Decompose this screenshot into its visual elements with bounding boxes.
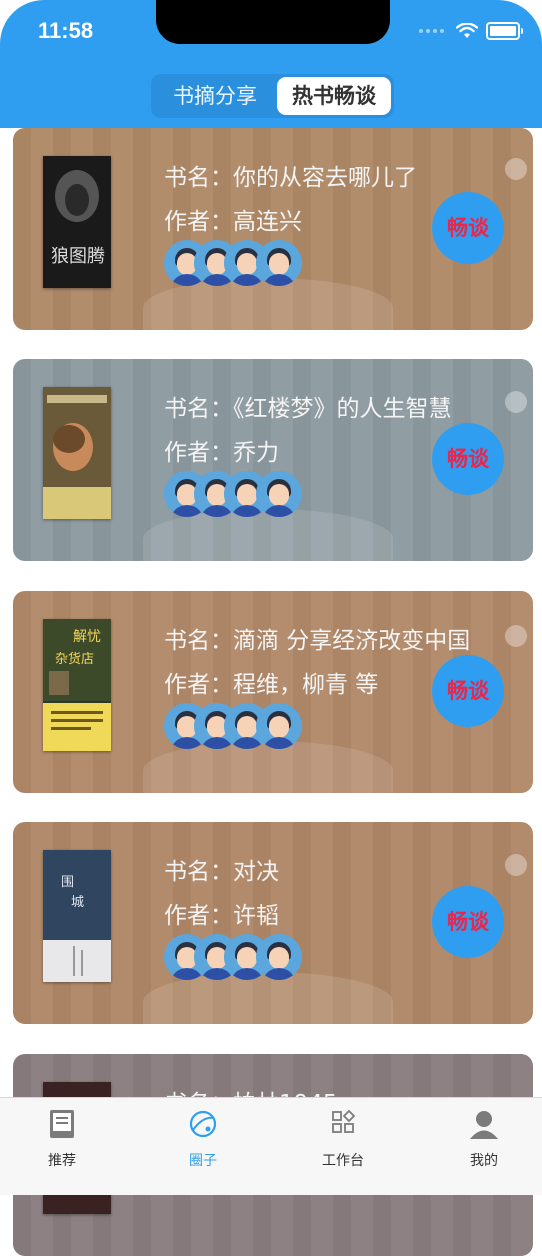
talk-button[interactable]: 畅谈 (432, 655, 504, 727)
book-cover-image (43, 387, 111, 519)
device-notch (156, 0, 390, 44)
book-icon (50, 1110, 74, 1138)
svg-text:围: 围 (61, 875, 74, 890)
participant-avatars (164, 471, 314, 519)
book-author: 作者：程维，柳青 等 (164, 672, 379, 698)
svg-text:狼图腾: 狼图腾 (51, 246, 105, 267)
book-author: 作者：许韬 (164, 903, 279, 929)
participant-avatars (164, 240, 314, 288)
book-cover-image: 解忧 杂货店 (43, 619, 111, 751)
participant-avatars (164, 703, 314, 751)
tab-recommend[interactable]: 推荐 (12, 1108, 112, 1170)
participant-avatars (164, 934, 314, 982)
tab-hot-book-talk[interactable]: 热书畅谈 (277, 77, 391, 115)
avatar (256, 240, 302, 286)
segmented-control: 书摘分享 热书畅谈 (151, 74, 394, 118)
book-card[interactable]: 狼图腾 书名：你的从容去哪儿了 作者：高连兴 畅谈 (13, 128, 533, 330)
grid-icon (332, 1109, 356, 1133)
signal-icon (419, 29, 444, 33)
tab-label: 圈子 (189, 1153, 217, 1169)
book-card[interactable]: 围 城 书名：对决 作者：许韬 畅谈 (13, 822, 533, 1024)
tab-mine[interactable]: 我的 (434, 1108, 534, 1170)
book-author: 作者：高连兴 (164, 209, 302, 235)
svg-text:杂货店: 杂货店 (55, 651, 94, 667)
avatar (256, 703, 302, 749)
book-title: 书名：《红楼梦》的人生智慧 (164, 396, 452, 422)
book-cover-image: 狼图腾 (43, 156, 111, 288)
book-title: 书名：对决 (164, 859, 279, 885)
book-cover-image: 围 城 (43, 850, 111, 982)
user-icon (470, 1111, 498, 1139)
avatar (256, 934, 302, 980)
status-time: 11:58 (38, 18, 94, 43)
talk-button[interactable]: 畅谈 (432, 886, 504, 958)
svg-text:城: 城 (71, 895, 84, 910)
avatar (256, 471, 302, 517)
talk-button[interactable]: 畅谈 (432, 423, 504, 495)
book-author: 作者：乔力 (164, 440, 279, 466)
header-bar: 11:58 书摘分享 热书畅谈 (0, 0, 542, 128)
book-title: 书名：你的从容去哪儿了 (164, 165, 417, 191)
svg-text:解忧: 解忧 (73, 629, 101, 645)
tab-book-excerpts[interactable]: 书摘分享 (157, 77, 273, 115)
tab-circle[interactable]: 圈子 (153, 1108, 253, 1170)
wifi-icon (456, 23, 478, 38)
book-card[interactable]: 解忧 杂货店 书名：滴滴 分享经济改变中国 作者：程维，柳青 等 畅谈 (13, 591, 533, 793)
book-title: 书名：滴滴 分享经济改变中国 (164, 628, 471, 654)
tab-label: 我的 (470, 1153, 498, 1169)
talk-button[interactable]: 畅谈 (432, 192, 504, 264)
bottom-tab-bar: 推荐 圈子 工作台 我的 (0, 1097, 542, 1195)
status-icons (419, 22, 523, 40)
tab-label: 工作台 (322, 1153, 364, 1169)
battery-icon (486, 22, 523, 40)
tab-label: 推荐 (48, 1153, 76, 1169)
book-card[interactable]: 书名：《红楼梦》的人生智慧 作者：乔力 畅谈 (13, 359, 533, 561)
tab-workbench[interactable]: 工作台 (293, 1108, 393, 1170)
planet-icon (189, 1110, 217, 1138)
